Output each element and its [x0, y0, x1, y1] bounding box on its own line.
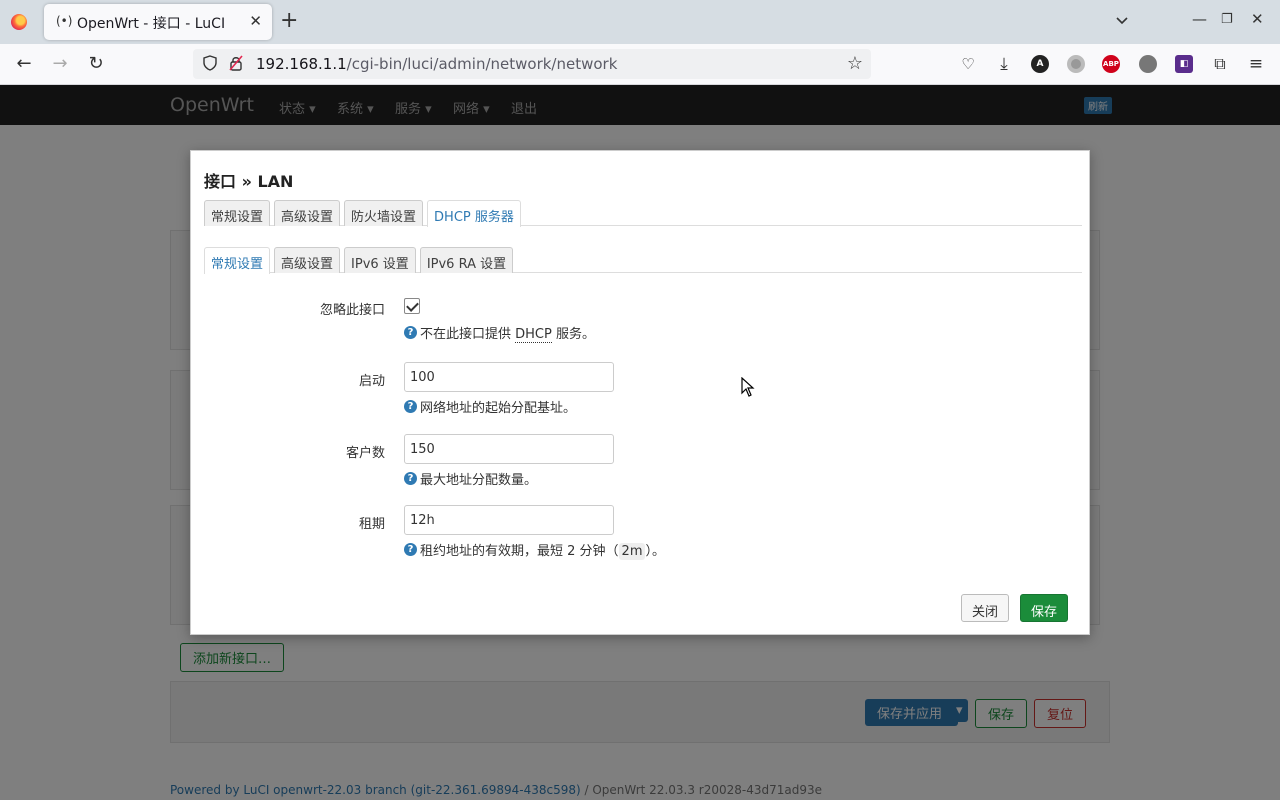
url-text[interactable]: 192.168.1.1/cgi-bin/luci/admin/network/n… [256, 55, 617, 73]
tab-close-icon[interactable]: ✕ [249, 12, 262, 30]
extension-purple-icon[interactable]: ◧ [1175, 55, 1193, 73]
dialog-close-button[interactable]: 关闭 [961, 594, 1010, 622]
subtab-ipv6-ra-settings[interactable]: IPv6 RA 设置 [419, 247, 514, 273]
reload-icon[interactable]: ↻ [84, 52, 108, 76]
subtab-advanced-settings[interactable]: 高级设置 [274, 247, 341, 273]
new-tab-icon[interactable]: + [280, 9, 298, 33]
mouse-pointer-icon [741, 377, 755, 397]
leasetime-input[interactable] [404, 505, 614, 535]
list-all-tabs-icon[interactable] [1114, 12, 1130, 28]
start-label: 启动 [358, 374, 385, 389]
browser-tab-bar: (•) OpenWrt - 接口 - LuCI ✕ + — ❐ ✕ [0, 0, 1280, 44]
window-close-icon[interactable]: ✕ [1251, 10, 1264, 28]
help-icon: ? [404, 472, 417, 485]
main-tabs: 常规设置 高级设置 防火墙设置 DHCP 服务器 [204, 200, 1082, 227]
tab-advanced-settings[interactable]: 高级设置 [274, 200, 341, 226]
browser-tab[interactable]: (•) OpenWrt - 接口 - LuCI ✕ [44, 4, 272, 40]
tracking-shield-icon[interactable] [203, 55, 217, 71]
dhcp-abbr: DHCP [515, 327, 552, 343]
back-icon[interactable]: ← [12, 52, 36, 76]
help-icon: ? [404, 543, 417, 556]
subtab-ipv6-settings[interactable]: IPv6 设置 [344, 247, 416, 273]
tab-general-settings[interactable]: 常规设置 [204, 200, 271, 226]
pocket-icon[interactable]: ♡ [956, 52, 980, 76]
interface-edit-dialog: 接口 » LAN 常规设置 高级设置 防火墙设置 DHCP 服务器 常规设置 高… [190, 150, 1090, 635]
bookmark-star-icon[interactable]: ☆ [847, 53, 863, 74]
limit-help: ? 最大地址分配数量。 [404, 469, 537, 488]
minimize-icon[interactable]: — [1192, 10, 1207, 28]
extensions-puzzle-icon[interactable]: ⧉ [1208, 52, 1232, 76]
start-input[interactable] [404, 362, 614, 392]
extension-a-icon[interactable]: A [1031, 55, 1049, 73]
app-menu-icon[interactable]: ≡ [1244, 52, 1268, 76]
dhcp-sub-tabs: 常规设置 高级设置 IPv6 设置 IPv6 RA 设置 [204, 247, 1082, 274]
subtab-general-settings[interactable]: 常规设置 [204, 247, 271, 274]
help-icon: ? [404, 400, 417, 413]
ignore-interface-help: ? 不在此接口提供 DHCP 服务。 [404, 323, 595, 343]
tab-dhcp-server[interactable]: DHCP 服务器 [427, 200, 521, 227]
extension-drop-icon[interactable] [1139, 55, 1157, 73]
extension-circle-icon[interactable] [1067, 55, 1085, 73]
tab-firewall-settings[interactable]: 防火墙设置 [344, 200, 424, 226]
start-help: ? 网络地址的起始分配基址。 [404, 397, 576, 416]
tab-title: OpenWrt - 接口 - LuCI [77, 16, 226, 32]
insecure-lock-icon[interactable] [229, 55, 243, 71]
tab-favicon-icon: (•) [56, 14, 73, 28]
leasetime-code: 2m [618, 543, 646, 560]
forward-icon[interactable]: → [48, 52, 72, 76]
ignore-interface-label: 忽略此接口 [319, 303, 385, 318]
downloads-icon[interactable]: ⤓ [992, 52, 1016, 76]
browser-nav-bar: ← → ↻ 192.168.1.1/cgi-bin/luci/admin/net… [0, 44, 1280, 85]
adblock-plus-icon[interactable]: ABP [1102, 55, 1120, 73]
help-icon: ? [404, 326, 417, 339]
ignore-interface-checkbox[interactable] [404, 298, 420, 314]
restore-icon[interactable]: ❐ [1221, 12, 1233, 27]
leasetime-help: ? 租约地址的有效期，最短 2 分钟（ 2m）。 [404, 540, 665, 560]
dialog-save-button[interactable]: 保存 [1020, 594, 1069, 622]
leasetime-label: 租期 [358, 517, 385, 532]
limit-input[interactable] [404, 434, 614, 464]
limit-label: 客户数 [345, 446, 385, 461]
dialog-title: 接口 » LAN [204, 172, 294, 191]
url-bar[interactable]: 192.168.1.1/cgi-bin/luci/admin/network/n… [193, 49, 871, 79]
firefox-logo-icon [11, 14, 27, 30]
